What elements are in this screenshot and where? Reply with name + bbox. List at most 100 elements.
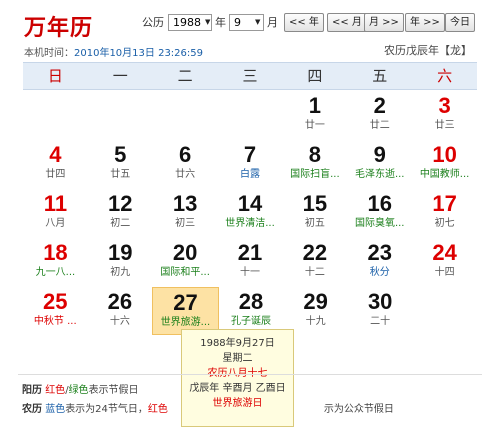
lunar-label: 国际臭氧... [354,218,405,229]
lunar-label: 初九 [110,267,131,278]
day-number: 15 [302,191,328,216]
empty-cell [218,91,283,139]
lunar-label: 廿二 [369,120,390,131]
week-row: 11 八月 12 初二 13 初三 14 世界清洁... 15 初五 16 国际臭氧... 17 初七 [23,189,477,237]
tooltip-ganzhi: 戊辰年 辛酉月 乙酉日 [189,383,286,394]
day-cell[interactable]: 11 八月 [23,189,88,237]
day-cell[interactable]: 4 廿四 [23,140,88,188]
lunar-label: 中秋节 ... [33,316,77,327]
lunar-label: 十一 [240,267,260,278]
day-number: 20 [172,240,198,265]
day-number: 11 [43,191,68,216]
day-cell[interactable]: 21 十一 [218,238,283,286]
calendar-header: 万年历 本机时间：2010年10月13日 23:26:59 农历戊辰年【龙】 公… [0,0,500,62]
day-cell[interactable]: 12 初二 [88,189,153,237]
month-select[interactable]: 9 ▼ [229,13,264,31]
next-month-button[interactable]: 月 >> [364,12,404,32]
year-select[interactable]: 1988 ▼ [168,13,212,31]
lunar-label: 初五 [304,218,325,229]
lunar-label: 白露 [240,169,260,180]
day-number: 28 [238,289,264,314]
empty-cell [153,91,218,139]
chevron-down-icon: ▼ [255,18,261,26]
day-number: 3 [438,93,451,118]
day-cell[interactable]: 22 十二 [282,238,347,286]
tooltip-weekday: 星期二 [222,353,253,364]
lunar-label: 十六 [109,316,130,327]
day-cell[interactable]: 28 孔子诞辰 [219,287,284,335]
year-unit: 年 [215,16,226,29]
day-cell[interactable]: 2 廿二 [347,91,412,139]
day-cell[interactable]: 14 世界清洁... [218,189,283,237]
app-title: 万年历 [24,15,94,41]
day-number: 24 [432,240,457,265]
day-number: 17 [432,191,457,216]
weekday-5: 五 [372,67,388,85]
day-cell[interactable]: 30 二十 [348,287,413,335]
weekday-header: 日一二三四五六 [23,62,477,90]
day-number: 23 [367,240,392,265]
day-cell[interactable]: 26 十六 [88,287,153,335]
day-number: 14 [237,191,263,216]
day-cell[interactable]: 15 初五 [282,189,347,237]
day-number: 26 [107,289,133,314]
day-number: 21 [237,240,263,265]
day-number: 25 [43,289,68,314]
day-cell[interactable]: 29 十九 [283,287,348,335]
lunar-label: 孔子诞辰 [231,316,272,327]
day-cell[interactable]: 23 秋分 [347,238,412,286]
lunar-label: 中国教师... [419,169,470,180]
day-number: 5 [114,142,127,167]
day-cell[interactable]: 25 中秋节 ... [23,287,88,335]
day-cell[interactable]: 24 十四 [412,238,477,286]
day-cell[interactable]: 3 廿三 [412,91,477,139]
lunar-label: 八月 [45,218,66,229]
weekday-1: 一 [112,67,128,85]
lunar-label: 十二 [304,267,325,278]
weekday-0: 日 [47,67,63,85]
weekday-3: 三 [242,67,258,85]
day-cell[interactable]: 20 国际和平... [153,238,218,286]
lunar-label: 初七 [434,218,455,229]
day-number: 13 [172,191,198,216]
day-cell[interactable]: 9 毛泽东逝... [347,140,412,188]
weekday-4: 四 [307,67,323,85]
chevron-down-icon: ▼ [205,18,211,26]
week-row: 1 廿一 2 廿二 3 廿三 [23,91,477,139]
day-number: 2 [373,93,386,118]
day-cell[interactable]: 6 廿六 [153,140,218,188]
day-number: 22 [302,240,328,265]
month-unit: 月 [267,16,278,29]
current-time: 本机时间：2010年10月13日 23:26:59 [24,44,203,59]
day-cell[interactable]: 5 廿五 [88,140,153,188]
today-button[interactable]: 今日 [445,12,475,32]
empty-cell [88,91,153,139]
empty-cell [412,287,477,335]
week-row: 4 廿四 5 廿五 6 廿六 7 白露 8 国际扫盲... 9 毛泽东逝... 10 中国教师... [23,140,477,188]
day-cell[interactable]: 10 中国教师... [412,140,477,188]
empty-cell [23,91,88,139]
lunar-label: 二十 [370,316,391,327]
legend-lunar: 农历 蓝色表示为24节气日，红色 示为公众节假日 [22,404,394,415]
day-cell[interactable]: 1 廿一 [282,91,347,139]
lunar-label: 毛泽东逝... [354,169,405,180]
day-cell[interactable]: 18 九一八... [23,238,88,286]
lunar-label: 廿三 [434,120,455,131]
day-cell[interactable]: 8 国际扫盲... [282,140,347,188]
day-number: 19 [108,240,133,265]
day-number: 1 [308,93,321,118]
day-cell[interactable]: 17 初七 [412,189,477,237]
day-cell[interactable]: 19 初九 [88,238,153,286]
day-cell[interactable]: 27 世界旅游... [152,287,219,335]
weekday-6: 六 [437,67,453,85]
prev-year-button[interactable]: << 年 [284,12,324,32]
day-cell[interactable]: 13 初三 [153,189,218,237]
prev-month-button[interactable]: << 月 [327,12,367,32]
day-cell[interactable]: 7 白露 [218,140,283,188]
day-cell[interactable]: 16 国际臭氧... [347,189,412,237]
day-number: 30 [367,289,393,314]
day-number: 29 [303,289,328,314]
next-year-button[interactable]: 年 >> [405,12,445,32]
week-row: 25 中秋节 ... 26 十六 27 世界旅游... 28 孔子诞辰 29 十九 30 二十 [23,287,477,335]
now-value: 2010年10月13日 23:26:59 [74,48,203,59]
